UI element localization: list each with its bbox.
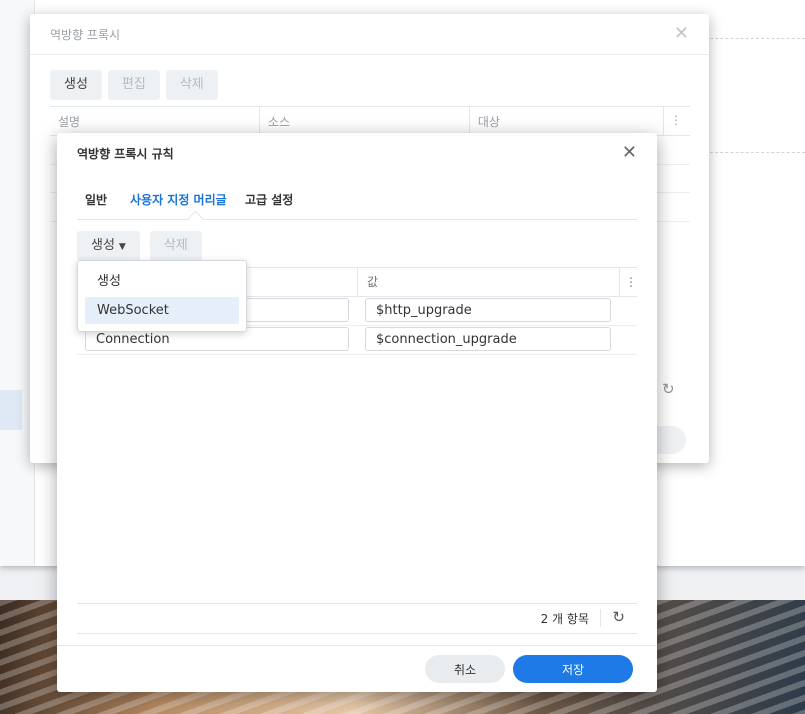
tab-bar: 일반 사용자 지정 머리글 고급 설정 <box>77 189 637 227</box>
tab-general[interactable]: 일반 <box>85 191 107 208</box>
tab-advanced[interactable]: 고급 설정 <box>245 191 293 208</box>
header-value-field[interactable] <box>365 298 611 322</box>
chevron-down-icon: ▼ <box>118 242 126 252</box>
background-divider <box>710 152 805 153</box>
create-dropdown-menu: 생성 WebSocket <box>77 260 247 332</box>
footer-divider <box>57 645 657 646</box>
background-divider <box>710 38 805 39</box>
refresh-icon[interactable]: ↻ <box>612 608 625 626</box>
toolbar: 생성 ▼ 삭제 <box>77 231 202 261</box>
active-tab-indicator <box>187 210 204 227</box>
dialog-header: 역방향 프록시 ✕ <box>30 14 709 55</box>
toolbar: 생성 편집 삭제 <box>50 70 218 100</box>
refresh-icon[interactable]: ↻ <box>662 380 675 398</box>
create-dropdown-button[interactable]: 생성 ▼ <box>77 231 140 261</box>
create-label: 생성 <box>91 238 115 253</box>
item-count: 2 개 항목 <box>540 612 589 626</box>
save-button[interactable]: 저장 <box>513 655 633 683</box>
dialog-title: 역방향 프록시 <box>50 28 121 42</box>
edit-button[interactable]: 편집 <box>107 70 160 100</box>
menu-item-create[interactable]: 생성 <box>85 268 239 295</box>
background-sidebar-selected-item <box>0 390 22 430</box>
column-header-destination[interactable]: 대상 <box>470 107 665 135</box>
column-header-description[interactable]: 설명 <box>50 107 260 135</box>
column-menu-icon[interactable]: ⋮ <box>664 107 690 135</box>
cancel-button[interactable]: 취소 <box>425 655 505 683</box>
create-button[interactable]: 생성 <box>50 70 102 100</box>
column-divider <box>619 268 620 296</box>
menu-item-websocket[interactable]: WebSocket <box>85 297 239 324</box>
tab-custom-header[interactable]: 사용자 지정 머리글 <box>130 191 227 208</box>
footer-divider <box>600 609 601 627</box>
close-icon[interactable]: ✕ <box>674 23 689 44</box>
delete-button[interactable]: 삭제 <box>149 231 202 261</box>
grid-footer: 2 개 항목 ↻ <box>77 603 637 634</box>
reverse-proxy-rule-dialog: 역방향 프록시 규칙 ✕ 일반 사용자 지정 머리글 고급 설정 생성 ▼ 삭제 … <box>57 133 657 692</box>
column-menu-icon[interactable]: ⋮ <box>625 268 637 296</box>
table-header: 설명 소스 대상 ⋮ <box>50 106 690 136</box>
delete-button[interactable]: 삭제 <box>165 70 218 100</box>
column-divider <box>357 268 358 296</box>
dialog-title: 역방향 프록시 규칙 <box>77 147 174 161</box>
column-header-source[interactable]: 소스 <box>260 107 470 135</box>
header-value-field[interactable] <box>365 327 611 351</box>
column-header-value[interactable]: 값 <box>367 268 378 296</box>
close-icon[interactable]: ✕ <box>622 142 637 163</box>
